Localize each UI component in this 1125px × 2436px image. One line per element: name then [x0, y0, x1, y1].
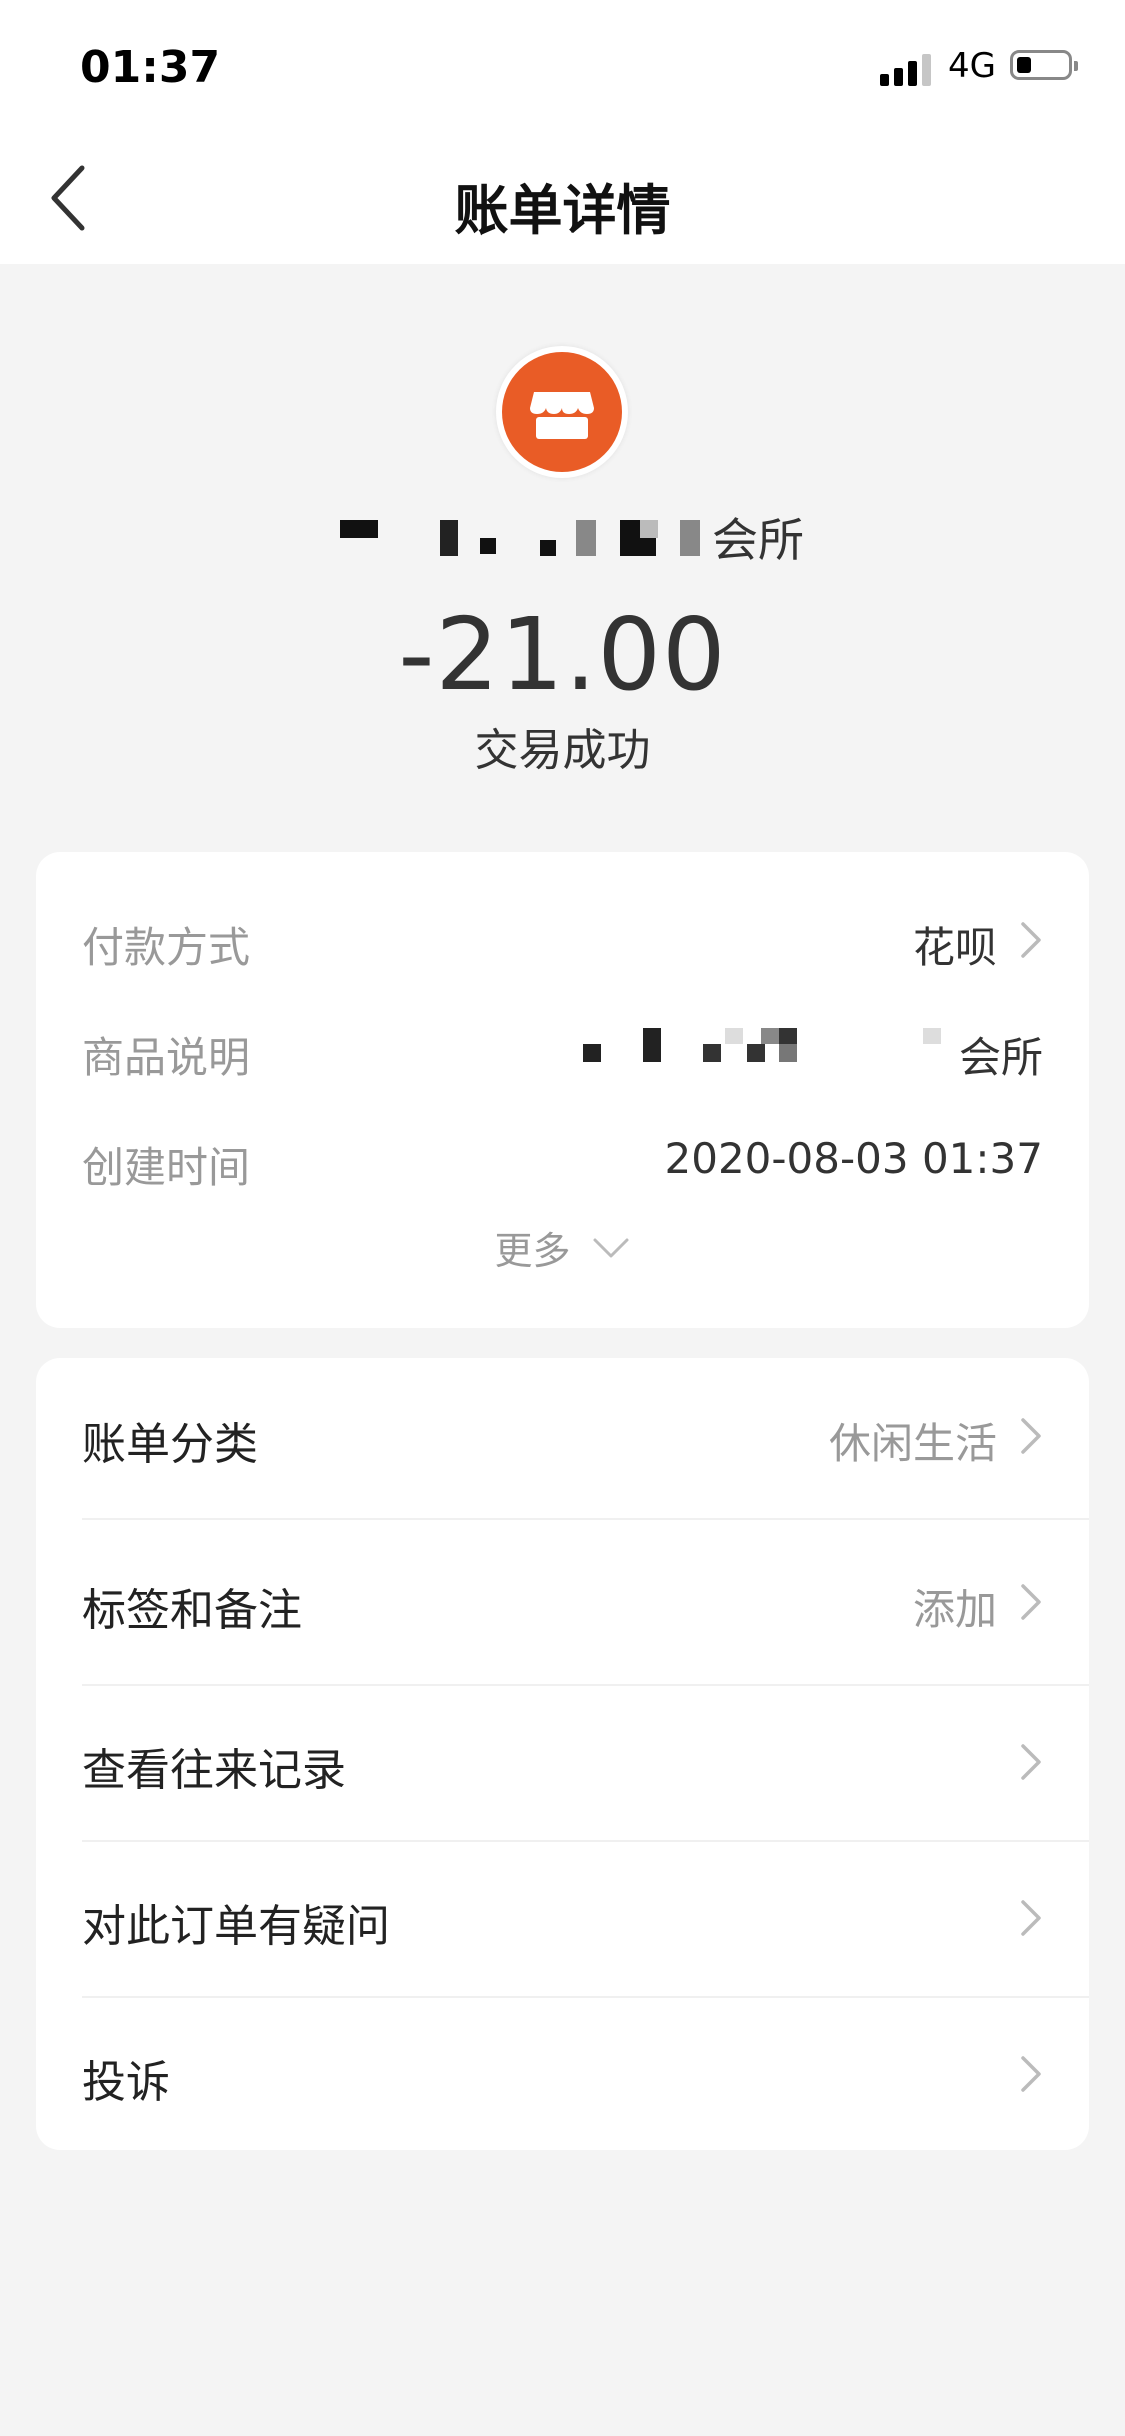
tags-notes-row[interactable]: 标签和备注 添加 — [36, 1520, 1089, 1684]
merchant-name: 会所 — [330, 500, 810, 570]
bill-category-value: 休闲生活 — [828, 1419, 997, 1468]
chevron-right-icon — [1021, 1584, 1041, 1620]
details-card: 付款方式 花呗 商品说明 会所 创建时间 2020-08-03 01:37 更多 — [36, 852, 1089, 1328]
bill-category-row[interactable]: 账单分类 休闲生活 — [36, 1358, 1089, 1518]
payment-method-label: 付款方式 — [82, 923, 251, 972]
battery-icon — [1010, 50, 1078, 80]
status-time: 01:37 — [80, 42, 221, 93]
tags-notes-value: 添加 — [912, 1585, 997, 1634]
page-title: 账单详情 — [454, 179, 671, 242]
signal-icon — [880, 50, 936, 86]
created-time-label: 创建时间 — [82, 1143, 251, 1192]
amount: -21.00 — [398, 596, 727, 713]
payment-method-value: 花呗 — [912, 923, 997, 972]
bill-category-label: 账单分类 — [82, 1419, 258, 1470]
payment-method-row[interactable]: 付款方式 花呗 — [36, 900, 1089, 980]
actions-card: 账单分类 休闲生活 标签和备注 添加 查看往来记录 对此订单有疑问 投诉 — [36, 1358, 1089, 2150]
created-time-row: 创建时间 2020-08-03 01:37 — [36, 1120, 1089, 1200]
history-label: 查看往来记录 — [82, 1745, 346, 1796]
merchant-name-suffix: 会所 — [712, 513, 804, 567]
chevron-right-icon — [1021, 1418, 1041, 1454]
chevron-right-icon — [1021, 1744, 1041, 1780]
chevron-right-icon — [1021, 2056, 1041, 2092]
more-button[interactable]: 更多 — [36, 1220, 1089, 1275]
complaint-row[interactable]: 投诉 — [36, 1998, 1089, 2150]
status-bar: 01:37 4G — [0, 0, 1125, 132]
order-question-row[interactable]: 对此订单有疑问 — [36, 1842, 1089, 1996]
history-row[interactable]: 查看往来记录 — [36, 1686, 1089, 1840]
product-value: 会所 — [583, 1022, 1043, 1082]
store-icon — [530, 392, 594, 439]
transaction-status: 交易成功 — [474, 725, 651, 776]
product-row: 商品说明 会所 — [36, 1010, 1089, 1090]
masked-text — [340, 520, 378, 538]
more-label: 更多 — [494, 1229, 571, 1273]
merchant-logo — [496, 346, 628, 478]
chevron-right-icon — [1021, 922, 1041, 958]
complaint-label: 投诉 — [82, 2057, 170, 2108]
tags-notes-label: 标签和备注 — [82, 1585, 302, 1636]
product-label: 商品说明 — [82, 1033, 251, 1082]
product-value-suffix: 会所 — [958, 1033, 1043, 1082]
network-type: 4G — [948, 46, 996, 86]
chevron-right-icon — [1021, 1900, 1041, 1936]
order-question-label: 对此订单有疑问 — [82, 1901, 390, 1952]
created-time-value: 2020-08-03 01:37 — [664, 1134, 1043, 1183]
chevron-down-icon — [593, 1238, 629, 1257]
nav-bar: 账单详情 — [0, 132, 1125, 264]
